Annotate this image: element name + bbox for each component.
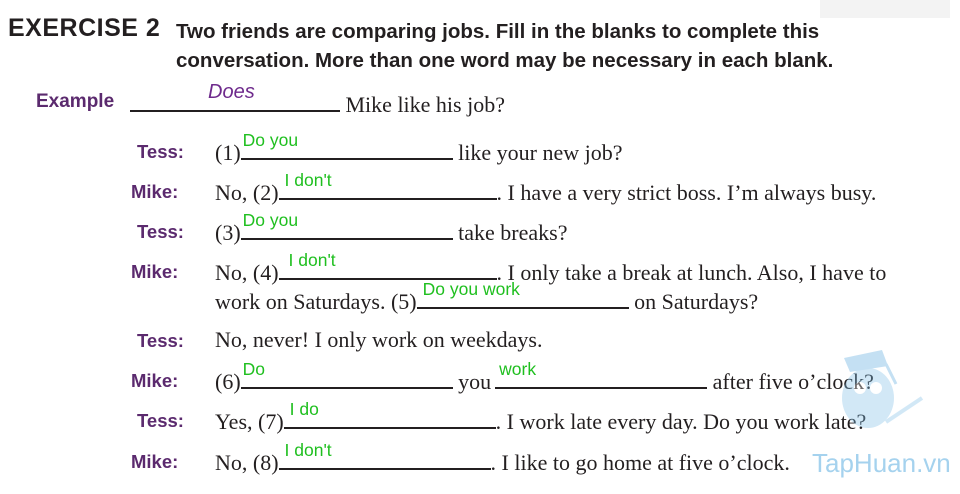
dialogue-line-8: No, (8) I don't . I like to go home at fiv… [215, 440, 790, 476]
answer-text-7: work [499, 359, 537, 379]
answer-blank-2: I don't [278, 170, 497, 200]
dialogue-prefix: Yes, [215, 409, 253, 434]
dialogue-prefix: No, [215, 260, 248, 285]
answer-blank-8: I do [283, 399, 496, 429]
watermark-text: TapHuan.vn [812, 448, 951, 478]
answer-text-8: I do [289, 399, 319, 419]
dialogue-text: . I have a very strict boss. I’m always … [496, 180, 877, 205]
example-answer: Does [208, 81, 255, 103]
blank-number: (6) [215, 369, 241, 394]
dialogue-prefix: work on Saturdays. [215, 289, 386, 314]
answer-text-1: Do you [242, 130, 299, 150]
answer-text-4: I don't [288, 250, 336, 270]
speaker-label: Mike: [131, 370, 179, 391]
dialogue-line-4: No, (4) I don't . I only take a break at l… [215, 250, 887, 286]
top-bar [820, 0, 950, 18]
answer-text-9: I don't [284, 440, 332, 460]
answer-blank-7: work [495, 359, 708, 389]
answer-blank-3: Do you [240, 210, 453, 240]
dialogue-text: . I work late every day. Do you work lat… [495, 409, 867, 434]
dialogue-middle: you [458, 369, 492, 394]
answer-blank-1: Do you [240, 130, 453, 160]
blank-number: (1) [215, 140, 241, 165]
answer-text-5: Do you work [422, 279, 520, 299]
speaker-label: Mike: [131, 261, 179, 282]
dialogue-line-3: (3) Do you take breaks? [215, 210, 568, 246]
blank-number: (5) [390, 289, 417, 314]
answer-blank-6: Do [240, 359, 453, 389]
blank-number: (4) [252, 260, 279, 285]
answer-text-2: I don't [284, 170, 332, 190]
dialogue-prefix: No, [215, 180, 248, 205]
example-label: Example [36, 91, 115, 112]
dialogue-text: take breaks? [458, 220, 568, 245]
answer-text-6: Do [242, 359, 266, 379]
blank-number: (8) [252, 450, 279, 475]
speaker-label: Tess: [137, 141, 184, 162]
speaker-label: Mike: [131, 181, 179, 202]
example-text: Mike like his job? [345, 92, 505, 117]
answer-blank-5: Do you work [416, 279, 629, 309]
speaker-label: Tess: [137, 330, 184, 351]
dialogue-line-7: Yes, (7) I do . I work late every day. Do … [215, 399, 867, 435]
dialogue-line-6: (6) Do you work after five o’clock? [215, 359, 874, 395]
blank-number: (7) [258, 409, 284, 434]
blank-number: (3) [215, 220, 241, 245]
blank-number: (2) [252, 180, 279, 205]
dialogue-text: . I like to go home at five o’clock. [490, 450, 790, 475]
speaker-label: Mike: [131, 451, 179, 472]
answer-blank-4: I don't [278, 250, 497, 280]
speaker-label: Tess: [137, 221, 184, 242]
dialogue-line-2: No, (2) I don't . I have a very strict bos… [215, 170, 877, 206]
exercise-label: EXERCISE 2 [8, 14, 161, 42]
dialogue-text: No, never! I only work on weekdays. [215, 327, 543, 352]
speaker-label: Tess: [137, 410, 184, 431]
example-blank: Does [130, 81, 340, 112]
dialogue-line-1: (1) Do you like your new job? [215, 130, 623, 166]
instruction-line-2: conversation. More than one word may be … [176, 49, 834, 72]
exercise-instructions: Two friends are comparing jobs. Fill in … [176, 17, 876, 75]
answer-blank-9: I don't [278, 440, 491, 470]
instruction-line-1: Two friends are comparing jobs. Fill in … [176, 20, 820, 43]
dialogue-prefix: No, [215, 450, 248, 475]
dialogue-line-5: No, never! I only work on weekdays. [215, 327, 542, 353]
dialogue-line-4b: work on Saturdays. (5) Do you work on Sat… [215, 279, 759, 315]
owl-logo-icon [816, 336, 926, 446]
answer-text-3: Do you [242, 210, 299, 230]
dialogue-text: . I only take a break at lunch. Also, I … [496, 260, 887, 285]
dialogue-text: like your new job? [458, 140, 623, 165]
example-line: Does Mike like his job? [130, 81, 505, 118]
dialogue-text: on Saturdays? [634, 289, 759, 314]
